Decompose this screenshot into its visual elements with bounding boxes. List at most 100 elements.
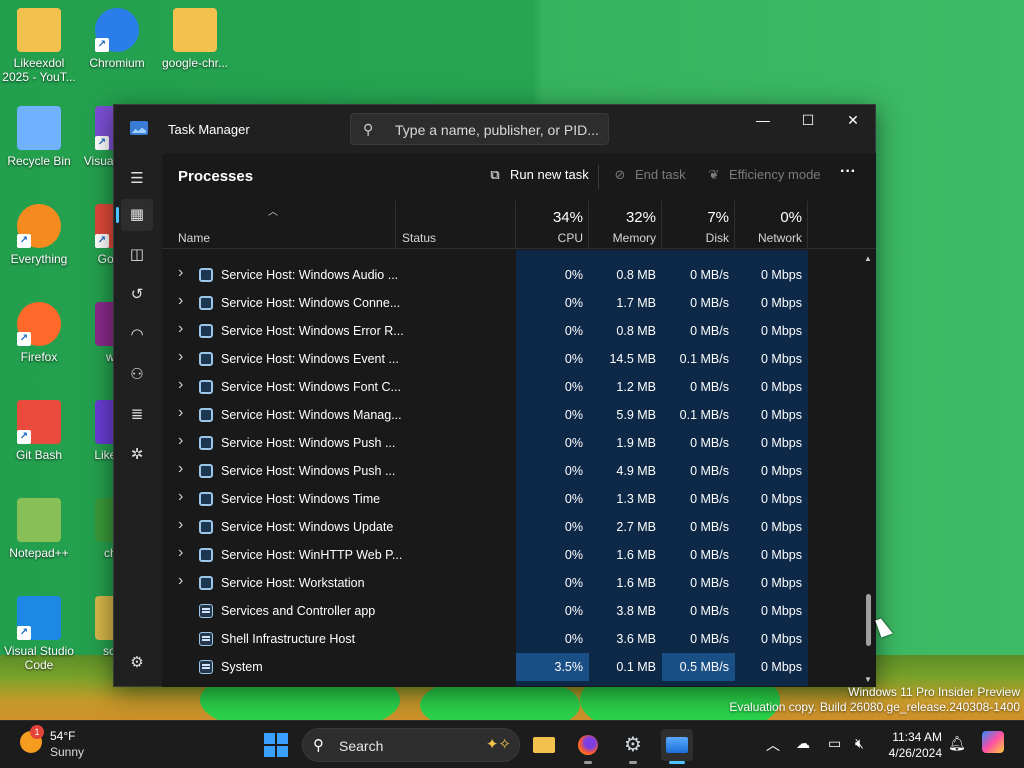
desktop-icon[interactable]: ↗ Everything: [0, 204, 78, 266]
search-input[interactable]: [395, 120, 600, 140]
minimize-button[interactable]: —: [740, 105, 786, 137]
chevron-right-icon[interactable]: ›: [178, 488, 183, 506]
column-header-network[interactable]: 0% Network: [735, 201, 808, 249]
column-header-cpu[interactable]: 34% CPU: [516, 201, 589, 249]
process-network-value: 0 Mbps: [761, 268, 802, 282]
file-explorer-icon[interactable]: [528, 729, 560, 761]
firefox-icon[interactable]: [572, 729, 604, 764]
chevron-right-icon[interactable]: ›: [178, 348, 183, 366]
chevron-right-icon[interactable]: ›: [178, 264, 183, 282]
desktop-icon[interactable]: Notepad++: [0, 498, 78, 560]
chevron-right-icon[interactable]: ›: [178, 376, 183, 394]
app-history-icon[interactable]: ↺: [121, 279, 153, 311]
chevron-right-icon[interactable]: ›: [178, 460, 183, 478]
table-row[interactable]: › Service Host: Windows Time 0% 1.3 MB 0 MB/…: [162, 485, 862, 513]
copilot-icon[interactable]: [982, 731, 1004, 753]
table-row[interactable]: › Service Host: Windows Push ... 0% 1.9 MB 0…: [162, 429, 862, 457]
table-row[interactable]: › Service Host: Windows Error R... 0% 0.8 M…: [162, 317, 862, 345]
chevron-right-icon[interactable]: ›: [178, 292, 183, 310]
watermark-line-2: Evaluation copy. Build 26080.ge_release.…: [729, 700, 1020, 714]
scroll-up-icon[interactable]: ▲: [864, 254, 872, 263]
desktop-icon[interactable]: ↗ Firefox: [0, 302, 78, 364]
chevron-up-icon[interactable]: ︿: [766, 735, 780, 755]
users-icon[interactable]: ⚇: [121, 359, 153, 391]
table-row[interactable]: › Service Host: WinHTTP Web P... 0% 1.6 MB 0…: [162, 541, 862, 569]
services-icon[interactable]: ✲: [121, 439, 153, 471]
vertical-scrollbar[interactable]: ▲ ▼: [862, 250, 876, 686]
performance-icon[interactable]: ◫: [121, 239, 153, 271]
end-task-icon: ⊘: [614, 167, 626, 182]
details-icon[interactable]: ≣: [121, 399, 153, 431]
process-network-value: 0 Mbps: [761, 296, 802, 310]
process-cpu-value: 0%: [564, 324, 583, 338]
column-header-disk[interactable]: 7% Disk: [662, 201, 735, 249]
table-row[interactable]: › Service Host: Workstation 0% 1.6 MB 0 MB/s…: [162, 569, 862, 597]
notepad-plus-plus-icon: [17, 498, 61, 542]
volume-muted-icon[interactable]: 🔇︎: [855, 735, 864, 752]
desktop-icon[interactable]: google-chr...: [156, 8, 234, 70]
chevron-right-icon[interactable]: ›: [178, 572, 183, 590]
process-memory-value: 2.7 MB: [616, 520, 656, 534]
end-task-button[interactable]: ⊘ End task: [611, 167, 686, 183]
process-name: Service Host: Windows Conne...: [221, 296, 401, 310]
process-disk-value: 0 MB/s: [690, 492, 729, 506]
network-icon[interactable]: ▭: [828, 735, 841, 752]
chevron-right-icon[interactable]: ›: [178, 404, 183, 422]
table-row[interactable]: System 3.5% 0.1 MB 0.5 MB/s 0 Mbps: [162, 653, 862, 681]
notifications-bell-icon[interactable]: 🔔︎: [948, 735, 966, 752]
table-row[interactable]: › Service Host: Windows Event ... 0% 14.5 M…: [162, 345, 862, 373]
desktop-icon[interactable]: ↗ Git Bash: [0, 400, 78, 462]
taskbar: 1 54°F Sunny ⚲ Search ✦✧ ⚙ ︿ ☁ ▭ 🔇︎ 11:3…: [0, 720, 1024, 768]
table-row[interactable]: › Service Host: Windows Push ... 0% 4.9 MB 0…: [162, 457, 862, 485]
chevron-right-icon[interactable]: ›: [178, 432, 183, 450]
run-new-task-button[interactable]: ⧉ Run new task: [486, 167, 588, 183]
chevron-right-icon[interactable]: ›: [178, 544, 183, 562]
table-row[interactable]: › Service Host: Windows Conne... 0% 1.7 MB 0…: [162, 289, 862, 317]
vscode-icon: ↗: [17, 596, 61, 640]
title-bar[interactable]: Task Manager ⚲ — ☐ ✕: [114, 105, 875, 153]
scrollbar-thumb[interactable]: [866, 594, 871, 646]
table-row[interactable]: › Service Host: Windows Audio ... 0% 0.8 MB…: [162, 261, 862, 289]
table-row[interactable]: Shell Infrastructure Host 0% 3.6 MB 0 MB/s 0…: [162, 625, 862, 653]
close-button[interactable]: ✕: [830, 105, 876, 137]
efficiency-mode-button[interactable]: ❦ Efficiency mode: [705, 167, 821, 183]
processes-icon[interactable]: ▦: [121, 199, 153, 231]
process-network-value: 0 Mbps: [761, 436, 802, 450]
hamburger-icon[interactable]: ☰: [121, 163, 153, 195]
scroll-down-icon[interactable]: ▼: [864, 675, 872, 684]
system-clock[interactable]: 11:34 AM 4/26/2024: [880, 729, 942, 761]
table-row[interactable]: › Service Host: Windows Font C... 0% 1.2 MB…: [162, 373, 862, 401]
desktop-icon[interactable]: Recycle Bin: [0, 106, 78, 168]
mouse-cursor-icon: [875, 616, 893, 638]
network-total-percent: 0%: [780, 209, 802, 226]
onedrive-offline-icon[interactable]: ☁: [796, 735, 810, 752]
table-row[interactable]: › Service Host: Windows Manag... 0% 5.9 MB 0…: [162, 401, 862, 429]
column-header-memory[interactable]: 32% Memory: [589, 201, 662, 249]
settings-icon[interactable]: ⚙: [617, 729, 649, 764]
youtube-folder-icon: [17, 8, 61, 52]
cpu-total-percent: 34%: [552, 209, 583, 226]
settings-icon[interactable]: ⚙: [121, 647, 153, 679]
startup-apps-icon[interactable]: ◠: [121, 319, 153, 351]
search-box[interactable]: ⚲: [350, 113, 609, 145]
maximize-button[interactable]: ☐: [785, 105, 831, 137]
desktop-icon[interactable]: ↗ Visual Studio Code: [0, 596, 78, 672]
chevron-right-icon[interactable]: ›: [178, 320, 183, 338]
watermark-line-1: Windows 11 Pro Insider Preview: [848, 685, 1020, 699]
start-button[interactable]: [264, 733, 288, 757]
chevron-right-icon[interactable]: ›: [178, 516, 183, 534]
table-row[interactable]: › Service Host: Windows Update 0% 2.7 MB 0 M…: [162, 513, 862, 541]
table-row[interactable]: Services and Controller app 0% 3.8 MB 0 MB/…: [162, 597, 862, 625]
column-header-name[interactable]: ︿ Name: [162, 201, 395, 249]
windows-logo-icon: [264, 733, 275, 744]
column-header-status[interactable]: Status: [396, 201, 516, 249]
process-memory-value: 3.6 MB: [616, 632, 656, 646]
desktop-icon[interactable]: ↗ Chromium: [78, 8, 156, 70]
column-divider: [515, 201, 516, 249]
more-options-button[interactable]: ···: [840, 163, 856, 181]
task-manager-icon[interactable]: [661, 729, 693, 764]
taskbar-search[interactable]: ⚲ Search ✦✧: [302, 728, 520, 762]
desktop-icon[interactable]: Likeexdol 2025 - YouT...: [0, 8, 78, 84]
shortcut-arrow-icon: ↗: [17, 234, 31, 248]
clock-date: 4/26/2024: [888, 746, 942, 760]
